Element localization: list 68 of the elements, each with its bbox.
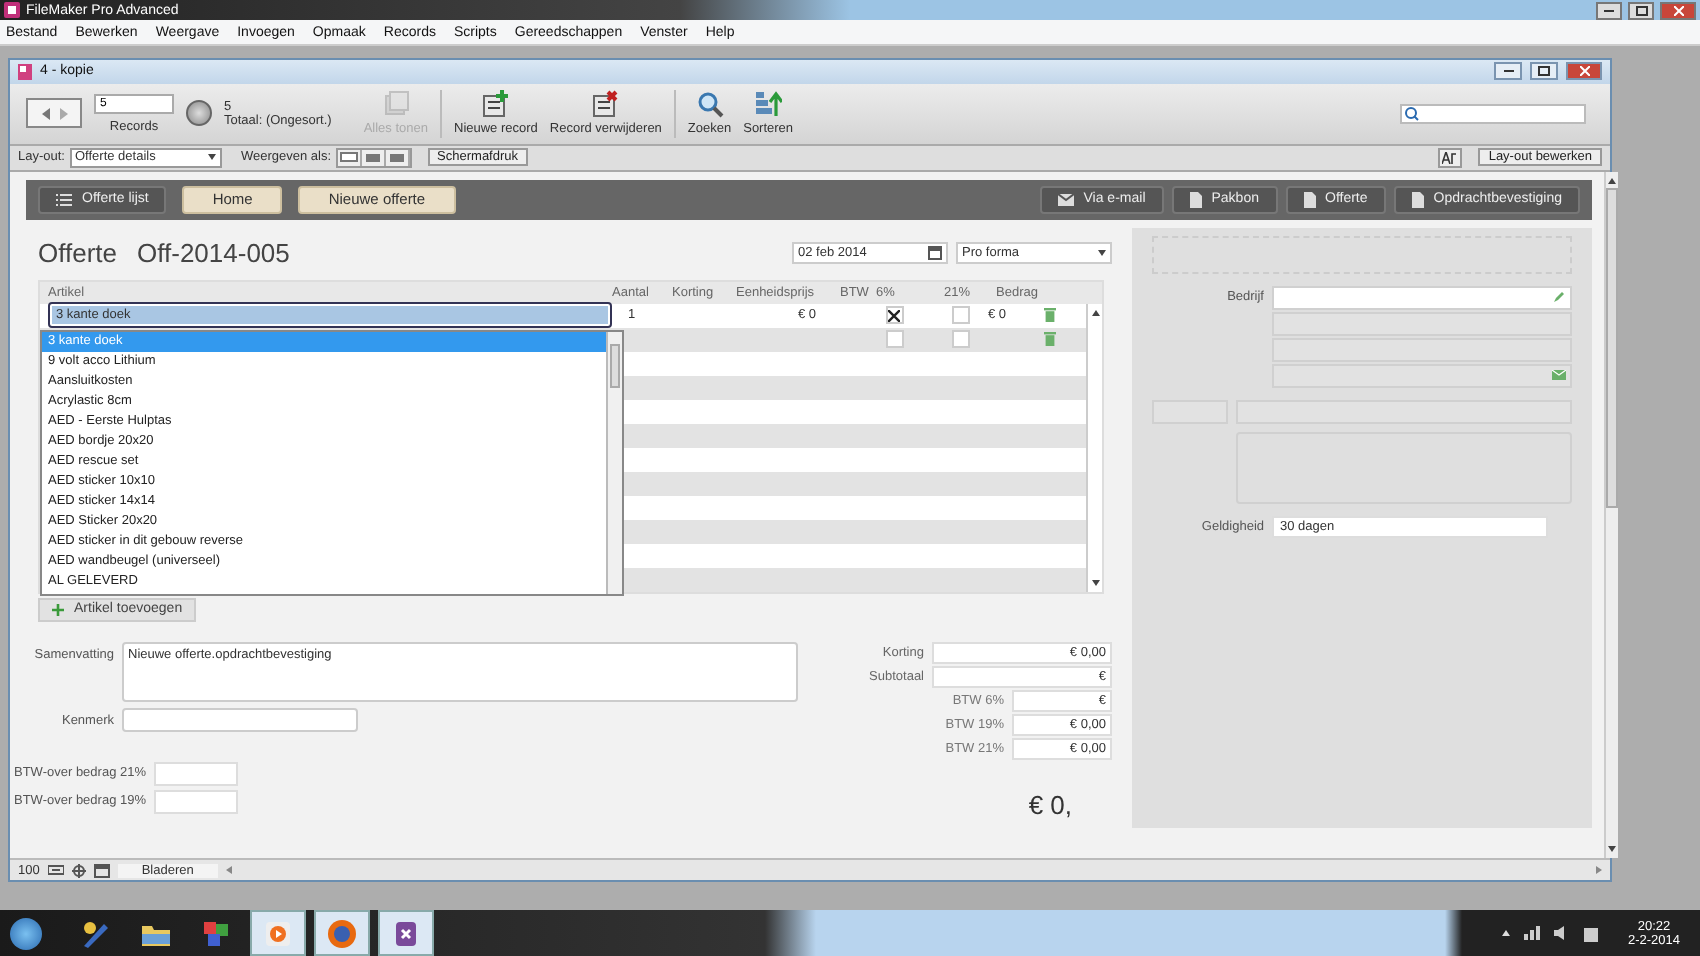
- offer-number: Off-2014-005: [137, 238, 290, 269]
- table-scrollbar[interactable]: [1086, 303, 1102, 592]
- play-icon: [262, 917, 294, 949]
- text-format-icon: [1442, 151, 1459, 164]
- vat-base-field[interactable]: [154, 789, 238, 814]
- search-field[interactable]: [1400, 103, 1586, 124]
- caret-icon: [1098, 250, 1106, 257]
- envelope-icon: [1057, 193, 1074, 206]
- add-document-icon: [481, 90, 510, 119]
- cross-mark-icon: [888, 309, 900, 322]
- vat-6-checkbox[interactable]: [885, 306, 903, 325]
- trash-icon[interactable]: [1044, 332, 1056, 347]
- blocks-icon: [200, 917, 232, 949]
- minimize-button[interactable]: [1494, 62, 1522, 81]
- close-button[interactable]: [1566, 62, 1602, 81]
- dropdown-scrollbar[interactable]: [606, 331, 622, 594]
- scroll-right-icon[interactable]: [1596, 866, 1602, 874]
- pencil-icon[interactable]: [1552, 290, 1566, 305]
- network-icon[interactable]: [1523, 926, 1540, 940]
- table-view-button[interactable]: [385, 149, 410, 166]
- company-field[interactable]: [1272, 285, 1572, 310]
- stacked-pages-icon: [381, 90, 410, 119]
- document-icon: [1411, 191, 1424, 208]
- zoom-out-icon[interactable]: [47, 864, 64, 876]
- list-view-button[interactable]: [361, 149, 386, 166]
- email-field[interactable]: [1272, 363, 1572, 388]
- search-icon: [695, 90, 724, 119]
- plus-icon: [52, 603, 64, 616]
- start-button[interactable]: [10, 917, 42, 949]
- close-button[interactable]: [1660, 1, 1696, 19]
- caret-icon: [207, 154, 215, 161]
- document-icon: [1189, 191, 1202, 208]
- app-icon: [390, 917, 422, 949]
- trash-icon[interactable]: [1044, 308, 1056, 323]
- close-icon: [1579, 66, 1589, 77]
- text-format-button[interactable]: [1438, 147, 1463, 168]
- tray-expand-icon[interactable]: [1501, 930, 1510, 936]
- vat-base-field[interactable]: [154, 761, 238, 786]
- address-field[interactable]: [1272, 311, 1572, 336]
- vat-21-checkbox[interactable]: [951, 330, 969, 349]
- taskbar-app-button[interactable]: [314, 910, 370, 956]
- circle-icon[interactable]: [186, 100, 212, 127]
- speaker-icon[interactable]: [1553, 926, 1570, 940]
- reference-field[interactable]: [122, 707, 358, 732]
- globe-icon: [326, 917, 358, 949]
- record-navigator[interactable]: [26, 98, 82, 129]
- vat-21-checkbox[interactable]: [951, 306, 969, 325]
- document-icon: [1303, 191, 1315, 208]
- form-view-button[interactable]: [337, 149, 362, 166]
- scroll-left-icon[interactable]: [225, 866, 232, 874]
- taskbar-app-button[interactable]: [378, 910, 434, 956]
- minimize-button[interactable]: [1596, 1, 1622, 19]
- close-icon: [1673, 5, 1683, 15]
- delete-document-icon: [591, 90, 620, 119]
- pen-icon: [80, 917, 112, 949]
- grand-total: € 0,: [1028, 789, 1072, 820]
- envelope-icon[interactable]: [1552, 370, 1566, 381]
- zoom-in-icon[interactable]: [71, 863, 86, 877]
- document-icon: [18, 63, 32, 80]
- form-title: Offerte: [38, 238, 118, 269]
- maximize-button[interactable]: [1628, 1, 1654, 19]
- restore-button[interactable]: [1530, 62, 1558, 81]
- status-toolbar-icon[interactable]: [93, 863, 110, 877]
- search-icon: [1404, 105, 1422, 122]
- sort-icon: [754, 90, 783, 119]
- list-icon: [56, 193, 72, 206]
- calendar-icon[interactable]: [928, 246, 942, 261]
- window-scrollbar[interactable]: [1604, 171, 1618, 859]
